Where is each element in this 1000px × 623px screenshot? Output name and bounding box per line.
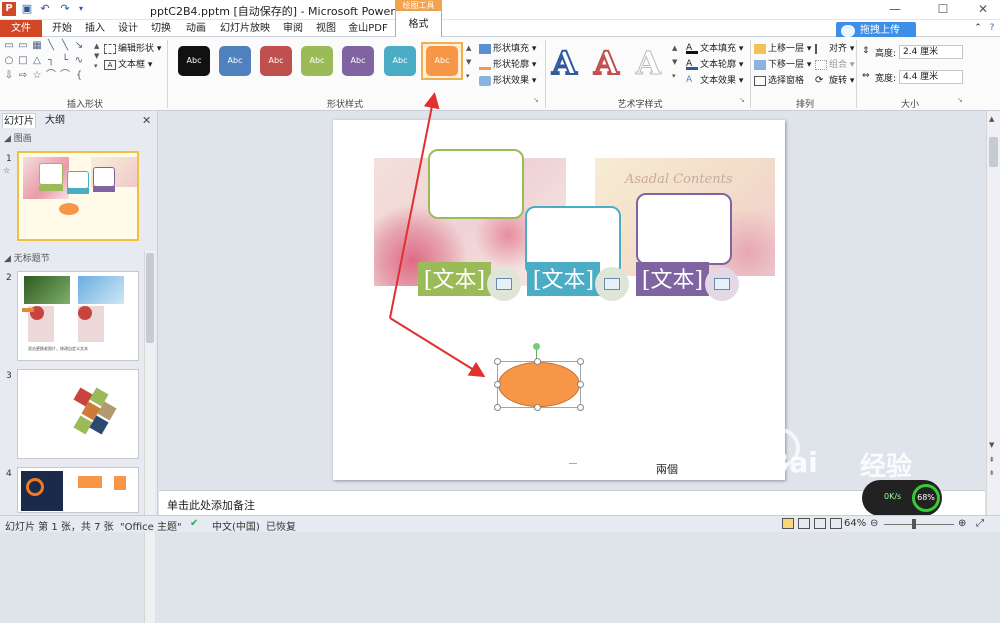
- speed-percent: 68%: [912, 484, 940, 512]
- zoom-out-icon[interactable]: ⊖: [870, 518, 878, 529]
- red-arrow-to-style: [389, 92, 440, 319]
- speed-widget[interactable]: 0K/s 68%: [862, 480, 942, 516]
- theme-name[interactable]: "Office 主题": [120, 518, 182, 533]
- recovered-status: 已恢复: [266, 522, 296, 533]
- status-bar: 幻灯片 第 1 张，共 7 张 "Office 主题" ✔ 中文(中国) 已恢复…: [0, 515, 1000, 533]
- annotation-arrows: [389, 92, 486, 378]
- slide-info: 幻灯片 第 1 张，共 7 张: [5, 522, 114, 533]
- fit-window-icon[interactable]: ⤢: [976, 518, 984, 529]
- next-slide-icon[interactable]: ⇟: [989, 469, 995, 477]
- canvas-scrollbar[interactable]: ▲ ▼ ⇞ ⇟: [986, 111, 1000, 515]
- previous-slide-icon[interactable]: ⇞: [989, 456, 995, 464]
- language[interactable]: 中文(中国): [212, 518, 260, 533]
- spellcheck-icon[interactable]: ✔: [190, 518, 198, 529]
- speed-value: 0K/s: [884, 492, 902, 501]
- scroll-up-icon[interactable]: ▲: [989, 115, 994, 123]
- scroll-down-icon[interactable]: ▼: [989, 441, 994, 449]
- zoom-slider[interactable]: [884, 524, 954, 525]
- red-arrow-to-shape: [389, 317, 486, 378]
- slideshow-icon[interactable]: [830, 518, 842, 529]
- watermark-brand2: 经验: [860, 452, 913, 482]
- reading-view-icon[interactable]: [814, 518, 826, 529]
- watermark-brand: Bai: [768, 446, 818, 479]
- zoom-slider-thumb[interactable]: [912, 519, 916, 529]
- zoom-level[interactable]: 64%: [844, 518, 866, 529]
- zoom-in-icon[interactable]: ⊕: [958, 518, 966, 529]
- slide-sorter-icon[interactable]: [798, 518, 810, 529]
- scroll-thumb[interactable]: [989, 137, 998, 167]
- normal-view-icon[interactable]: [782, 518, 794, 529]
